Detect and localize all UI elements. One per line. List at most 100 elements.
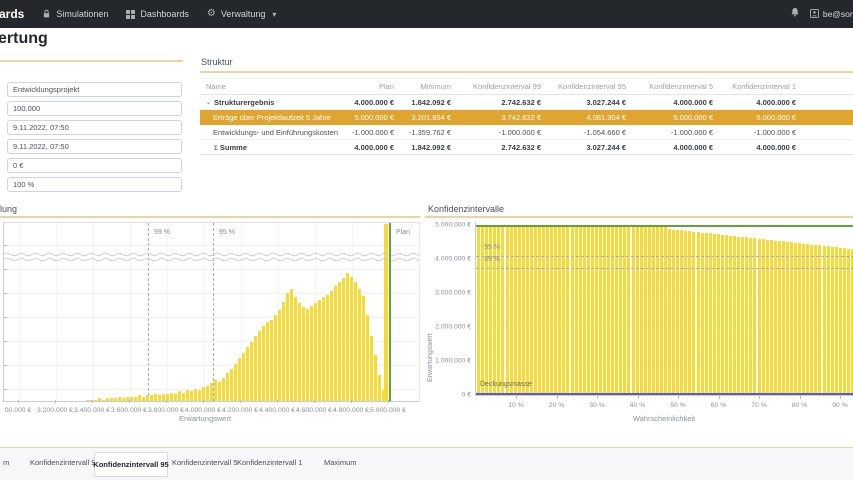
nav-item-dashboards[interactable]: Dashboards [126,9,189,19]
form-field-0[interactable] [7,82,182,97]
gridline [4,245,419,246]
collapse-caret-icon[interactable]: ⌄ [206,100,211,106]
value-cell: 2.742.632 € [455,95,545,110]
histogram-bar [210,383,213,401]
struktur-table-head: NamePlanMinimumKonfidenzinterval 99Konfi… [200,79,853,95]
nav-item-verwaltung[interactable]: ⚙ Verwaltung ▾ [207,9,277,19]
histogram-bar [102,400,105,401]
x-tick [759,396,760,399]
x-tick-label: 4.000.000 € [185,407,221,414]
row-name-cell: Entwicklungs- und Einführungskosten [200,125,348,140]
histogram-bar [178,391,181,401]
table-row[interactable]: Erträge über Projektlaufzeit 5 Jahre5.00… [200,110,853,125]
confidence-bar [623,225,626,395]
tab-konfidenzintervall-99[interactable]: Konfidenzintervall 99 [30,458,100,467]
nav-item-simulationen[interactable]: Simulationen [42,9,108,19]
confidence-bar [798,243,801,395]
tab-konfidenzintervall-1[interactable]: Konfidenzintervall 1 [237,458,302,467]
confidence-bar [506,225,509,395]
y-tick [4,269,7,270]
form-field-1[interactable] [7,101,182,116]
value-cell: 3.027.244 € [545,140,630,155]
form-field-2[interactable] [7,120,182,135]
confidence-line-label: 95 % [219,229,235,236]
confidence-bar [522,225,525,395]
section-underline [200,71,853,73]
confidence-bar [583,225,586,395]
value-cell: 3.742.632 € [455,110,545,125]
app-window: ards Simulationen Dashboards ⚙ Verwaltun… [0,0,853,480]
confidence-bar [591,225,594,395]
x-tick-label: 10 % [508,402,524,409]
y-tick-label: 4.000.000 € [431,256,471,263]
histogram-bar [330,291,333,401]
table-row[interactable]: ⌄Strukturergebnis4.000.000 €1.842.092 €2… [200,95,853,110]
histogram-bar [258,331,261,401]
histogram-bar [170,393,173,401]
value-cell: -1.000.000 € [717,125,800,140]
konf-x-axis-title: Wahrscheinlichkeit [633,414,695,423]
bell-icon[interactable] [790,5,800,23]
form-field-4[interactable] [7,158,182,173]
confidence-bar [766,240,769,395]
confidence-bar [729,236,732,395]
confidence-bar [636,225,639,395]
confidence-bar [542,225,545,395]
x-tick [388,400,389,403]
confidence-bar [603,225,606,395]
x-tick [638,396,639,399]
value-cell: 4.000.000 € [630,140,717,155]
confidence-bar [753,238,756,395]
x-tick-label: 90 % [832,402,848,409]
table-row[interactable]: Entwicklungs- und Einführungskosten -1.00… [200,125,853,140]
tab-label: Konfidenzintervall 95 [93,460,168,469]
value-cell: 4.081.904 € [545,110,630,125]
gridline [167,223,168,401]
tab-konfidenzintervall-95[interactable]: Konfidenzintervall 95 [94,452,168,477]
konf-y-axis: 5.000.000 €4.000.000 €3.000.000 €2.000.0… [431,222,471,400]
confidence-bar [721,235,724,395]
row-name: Entwicklungs- und Einführungskosten [213,128,338,137]
histogram-bar [190,391,193,401]
form-field-3[interactable] [7,139,182,154]
confidence-bar [656,225,659,395]
histogram-bar [134,397,137,401]
confidence-bar [514,225,517,395]
x-tick [129,400,130,403]
confidence-bar [546,225,549,395]
confidence-bar [705,233,708,395]
histogram-bar [282,302,285,401]
brand-logo[interactable]: ards [0,7,24,21]
confidence-bar [554,225,557,395]
column-header-Konfidenzinterval 5: Konfidenzinterval 5 [630,79,717,95]
struktur-section: Struktur NamePlanMinimumKonfidenzinterva… [200,57,853,155]
tab-m[interactable]: m [3,458,9,467]
x-tick [277,400,278,403]
x-tick-label: 60 % [711,402,727,409]
nav-item-label: Dashboards [140,9,189,19]
tab-maximum[interactable]: Maximum [324,458,357,467]
value-cell: 4.000.000 € [717,95,800,110]
extra-cell [800,140,853,155]
x-tick [92,400,93,403]
x-tick [240,400,241,403]
confidence-bar [530,225,533,395]
confidence-bar [749,238,752,395]
verteilung-chart-card: lung 99 %95 %Plan 00.000 €3.200.000 €3.4… [0,204,420,445]
row-name: Summe [220,143,247,152]
histogram-bar [290,289,293,401]
histogram-bar [198,390,201,401]
histogram-bar [322,297,325,401]
histogram-bar [86,400,89,401]
histogram-bar [346,273,349,401]
form-field-5[interactable] [7,177,182,192]
confidence-bar [619,225,622,395]
x-tick-label: 4.200.000 € [222,407,258,414]
histogram-bar [142,397,145,401]
histogram-bar [118,397,121,401]
tab-konfidenzintervall-5[interactable]: Konfidenzintervall 5 [172,458,237,467]
value-cell: 4.000.000 € [630,95,717,110]
table-row[interactable]: ΣSumme4.000.000 €1.842.092 €2.742.632 €3… [200,140,853,155]
user-menu[interactable]: be@som [810,9,853,20]
confidence-line [476,256,853,257]
